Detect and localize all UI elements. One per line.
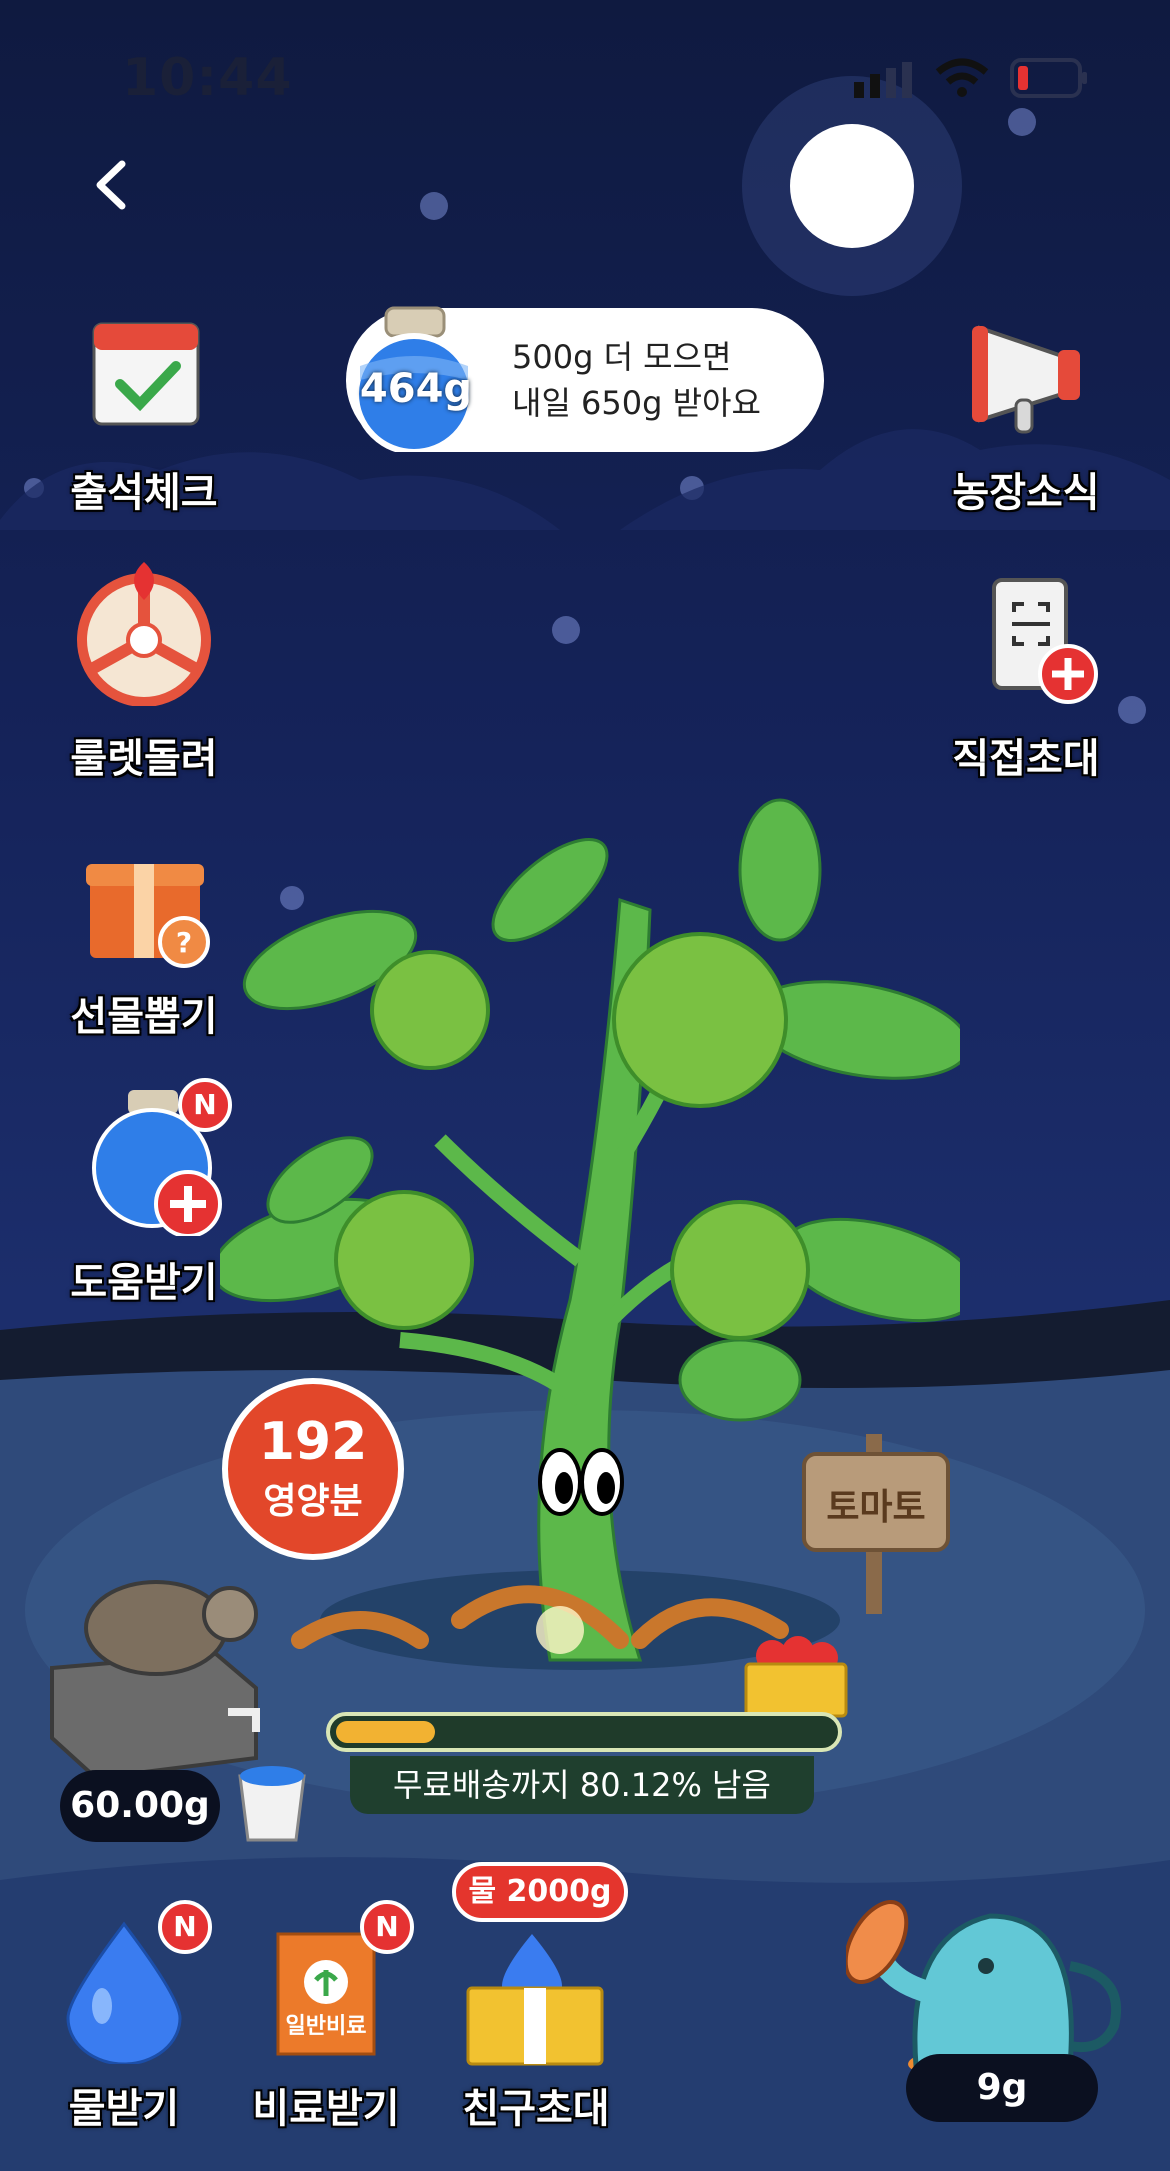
wifi-icon [935,58,989,97]
new-badge: N [158,1900,212,1954]
invite-water-tag: 물 2000g [452,1862,628,1922]
status-time: 10:44 [122,48,293,108]
menu-get-fertilizer[interactable]: 일반비료 N 비료받기 [226,1900,426,2140]
fertilizer-bag-text: 일반비료 [285,2014,367,2039]
game-screen: 10:44 464g 500g 더 모으면 내일 650g 받아요 출석체크 룰… [0,0,1170,2171]
menu-get-water[interactable]: N 물받기 [24,1900,224,2140]
menu-label: 친구초대 [462,2086,610,2132]
delivery-progress-text: 무료배송까지 80.12% 남음 [350,1756,814,1814]
water-bucket-icon[interactable] [222,1696,322,1846]
menu-label: 룰렛돌려 [70,736,218,782]
menu-invite-friend[interactable]: 친구초대 [436,1900,636,2140]
back-button[interactable] [86,158,140,212]
water-amount: 464g [359,366,473,412]
menu-label: 물받기 [68,2086,180,2132]
delivery-progress-bar [326,1712,842,1752]
menu-farm-news[interactable]: 농장소식 [906,300,1146,520]
calendar-check-icon [92,322,200,426]
svg-text:?: ? [176,926,192,959]
menu-attendance[interactable]: 출석체크 [24,300,264,520]
menu-label: 출석체크 [70,470,218,516]
water-message-line1: 500g 더 모으면 [512,338,732,376]
water-message: 500g 더 모으면 내일 650g 받아요 [512,334,812,426]
can-water-amount: 9g [906,2054,1098,2122]
gift-box-icon: ? [86,864,210,968]
tomato-fruits [334,932,810,1340]
watering-amount: 60.00g [60,1770,220,1842]
nutrient-label: 영양분 [263,1481,363,1522]
roulette-icon [77,562,211,706]
tomato-crate [744,1636,848,1718]
crop-name: 토마토 [826,1487,926,1528]
menu-label: 비료받기 [252,2086,400,2132]
nutrient-badge[interactable]: 192 영양분 [222,1378,404,1560]
battery-icon [1010,58,1087,98]
delivery-progress-fill [336,1721,435,1743]
nutrient-value: 192 [258,1412,368,1472]
megaphone-icon [972,325,1080,434]
menu-direct-invite[interactable]: 직접초대 [906,566,1146,786]
new-badge: N [360,1900,414,1954]
qr-invite-icon [992,578,1098,704]
invite-box-icon [466,1934,604,2066]
menu-label: 직접초대 [952,736,1100,782]
signal-icon [854,62,912,98]
menu-label: 농장소식 [952,470,1100,516]
water-message-line2: 내일 650g 받아요 [512,384,761,422]
menu-roulette[interactable]: 룰렛돌려 [24,560,264,782]
